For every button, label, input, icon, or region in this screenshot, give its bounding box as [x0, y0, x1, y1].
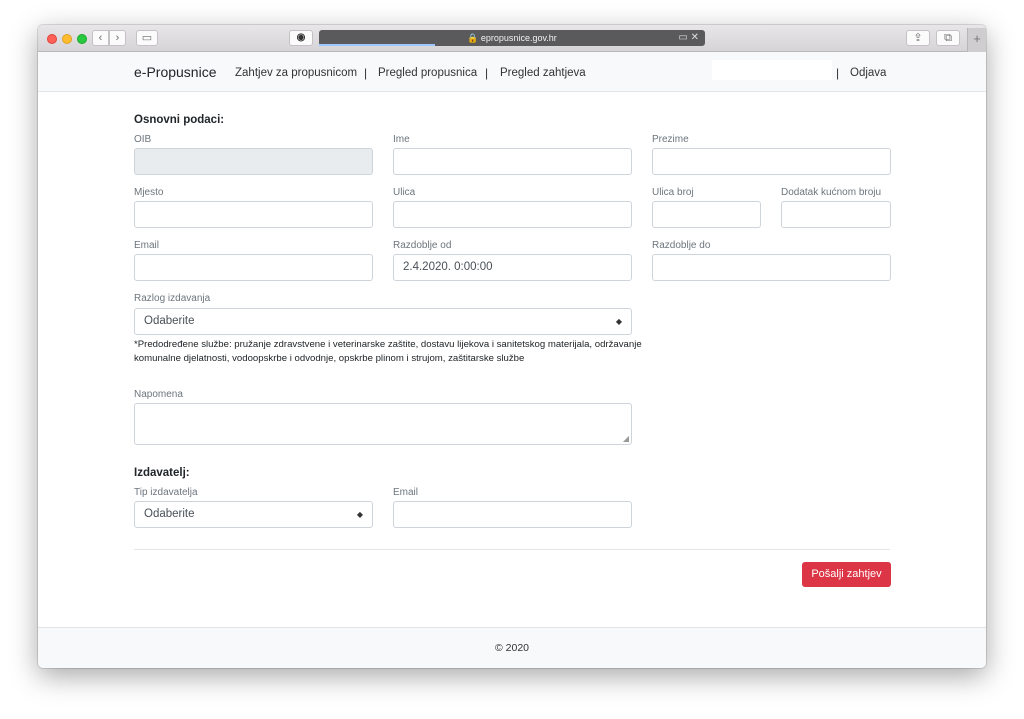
ime-input[interactable]: [393, 148, 632, 175]
razlog-label: Razlog izdavanja: [134, 293, 211, 304]
services-note: *Predodređene službe: pružanje zdravstve…: [134, 339, 642, 364]
oib-input: [134, 148, 373, 175]
napomena-textarea[interactable]: ◢: [134, 403, 632, 445]
ulica-input[interactable]: [393, 201, 632, 228]
razdoblje-do-label: Razdoblje do: [652, 240, 711, 251]
nav-link-zahtjev[interactable]: Zahtjev za propusnicom: [235, 67, 357, 79]
tip-izdavatelja-select[interactable]: Odaberite ◆: [134, 501, 373, 528]
nav-separator: |: [485, 66, 489, 80]
razdoblje-od-input[interactable]: 2.4.2020. 0:00:00: [393, 254, 632, 281]
site-footer: © 2020: [38, 627, 986, 668]
razlog-select-value: Odaberite: [144, 315, 195, 327]
nav-link-pregled-zahtjeva[interactable]: Pregled zahtjeva: [500, 67, 586, 79]
sidebar-toggle-icon[interactable]: ▭: [136, 30, 158, 46]
zoom-window-button[interactable]: [77, 34, 87, 44]
logout-link[interactable]: Odjava: [850, 67, 886, 79]
forward-icon[interactable]: ›: [109, 30, 126, 46]
ulica-broj-input[interactable]: [652, 201, 761, 228]
razlog-select[interactable]: Odaberite ◆: [134, 308, 632, 335]
ime-label: Ime: [393, 134, 410, 145]
site-navbar: e-Propusnice Zahtjev za propusnicom | Pr…: [38, 52, 986, 92]
ulica-broj-label: Ulica broj: [652, 187, 694, 198]
razdoblje-do-input[interactable]: [652, 254, 891, 281]
dodatak-label: Dodatak kućnom broju: [781, 187, 882, 198]
site-brand[interactable]: e-Propusnice: [134, 64, 217, 80]
page-load-progress: [319, 44, 435, 46]
extension-icon[interactable]: ◉: [289, 30, 313, 46]
new-tab-button[interactable]: +: [967, 28, 986, 52]
share-icon[interactable]: ⇪: [906, 30, 930, 46]
close-window-button[interactable]: [47, 34, 57, 44]
address-bar[interactable]: 🔒 epropusnice.gov.hr ▭ ✕: [319, 30, 705, 46]
prezime-input[interactable]: [652, 148, 891, 175]
address-url: 🔒 epropusnice.gov.hr: [467, 33, 557, 43]
razdoblje-od-label: Razdoblje od: [393, 240, 452, 251]
mjesto-input[interactable]: [134, 201, 373, 228]
tip-izdavatelja-value: Odaberite: [144, 508, 195, 520]
prezime-label: Prezime: [652, 134, 689, 145]
napomena-label: Napomena: [134, 389, 183, 400]
basic-data-title: Osnovni podaci:: [134, 114, 225, 126]
tabs-overview-icon[interactable]: ⧉: [936, 30, 960, 46]
address-bar-icons[interactable]: ▭ ✕: [678, 30, 699, 46]
resize-grip-icon[interactable]: ◢: [623, 434, 629, 443]
footer-copyright: © 2020: [494, 642, 529, 654]
ulica-label: Ulica: [393, 187, 416, 198]
mjesto-label: Mjesto: [134, 187, 164, 198]
form-divider: [134, 549, 890, 550]
browser-titlebar: ‹ › ▭ ◉ 🔒 epropusnice.gov.hr ▭ ✕ ⇪ ⧉ +: [38, 25, 986, 52]
tip-izdavatelja-label: Tip izdavatelja: [134, 487, 198, 498]
nav-separator: |: [364, 66, 368, 80]
submit-request-button[interactable]: Pošalji zahtjev: [802, 562, 891, 587]
email-input[interactable]: [134, 254, 373, 281]
nav-link-pregled-propusnica[interactable]: Pregled propusnica: [378, 67, 477, 79]
issuer-email-input[interactable]: [393, 501, 632, 528]
nav-separator: |: [836, 66, 840, 80]
select-arrow-icon: ◆: [615, 317, 622, 326]
browser-window: ‹ › ▭ ◉ 🔒 epropusnice.gov.hr ▭ ✕ ⇪ ⧉ + e…: [38, 25, 986, 668]
oib-label: OIB: [134, 134, 152, 145]
dodatak-input[interactable]: [781, 201, 891, 228]
issuer-email-label: Email: [393, 487, 419, 498]
minimize-window-button[interactable]: [62, 34, 72, 44]
email-label: Email: [134, 240, 160, 251]
select-arrow-icon: ◆: [356, 510, 363, 519]
user-name-box: [712, 60, 832, 80]
issuer-title: Izdavatelj:: [134, 467, 190, 479]
back-icon[interactable]: ‹: [92, 30, 109, 46]
